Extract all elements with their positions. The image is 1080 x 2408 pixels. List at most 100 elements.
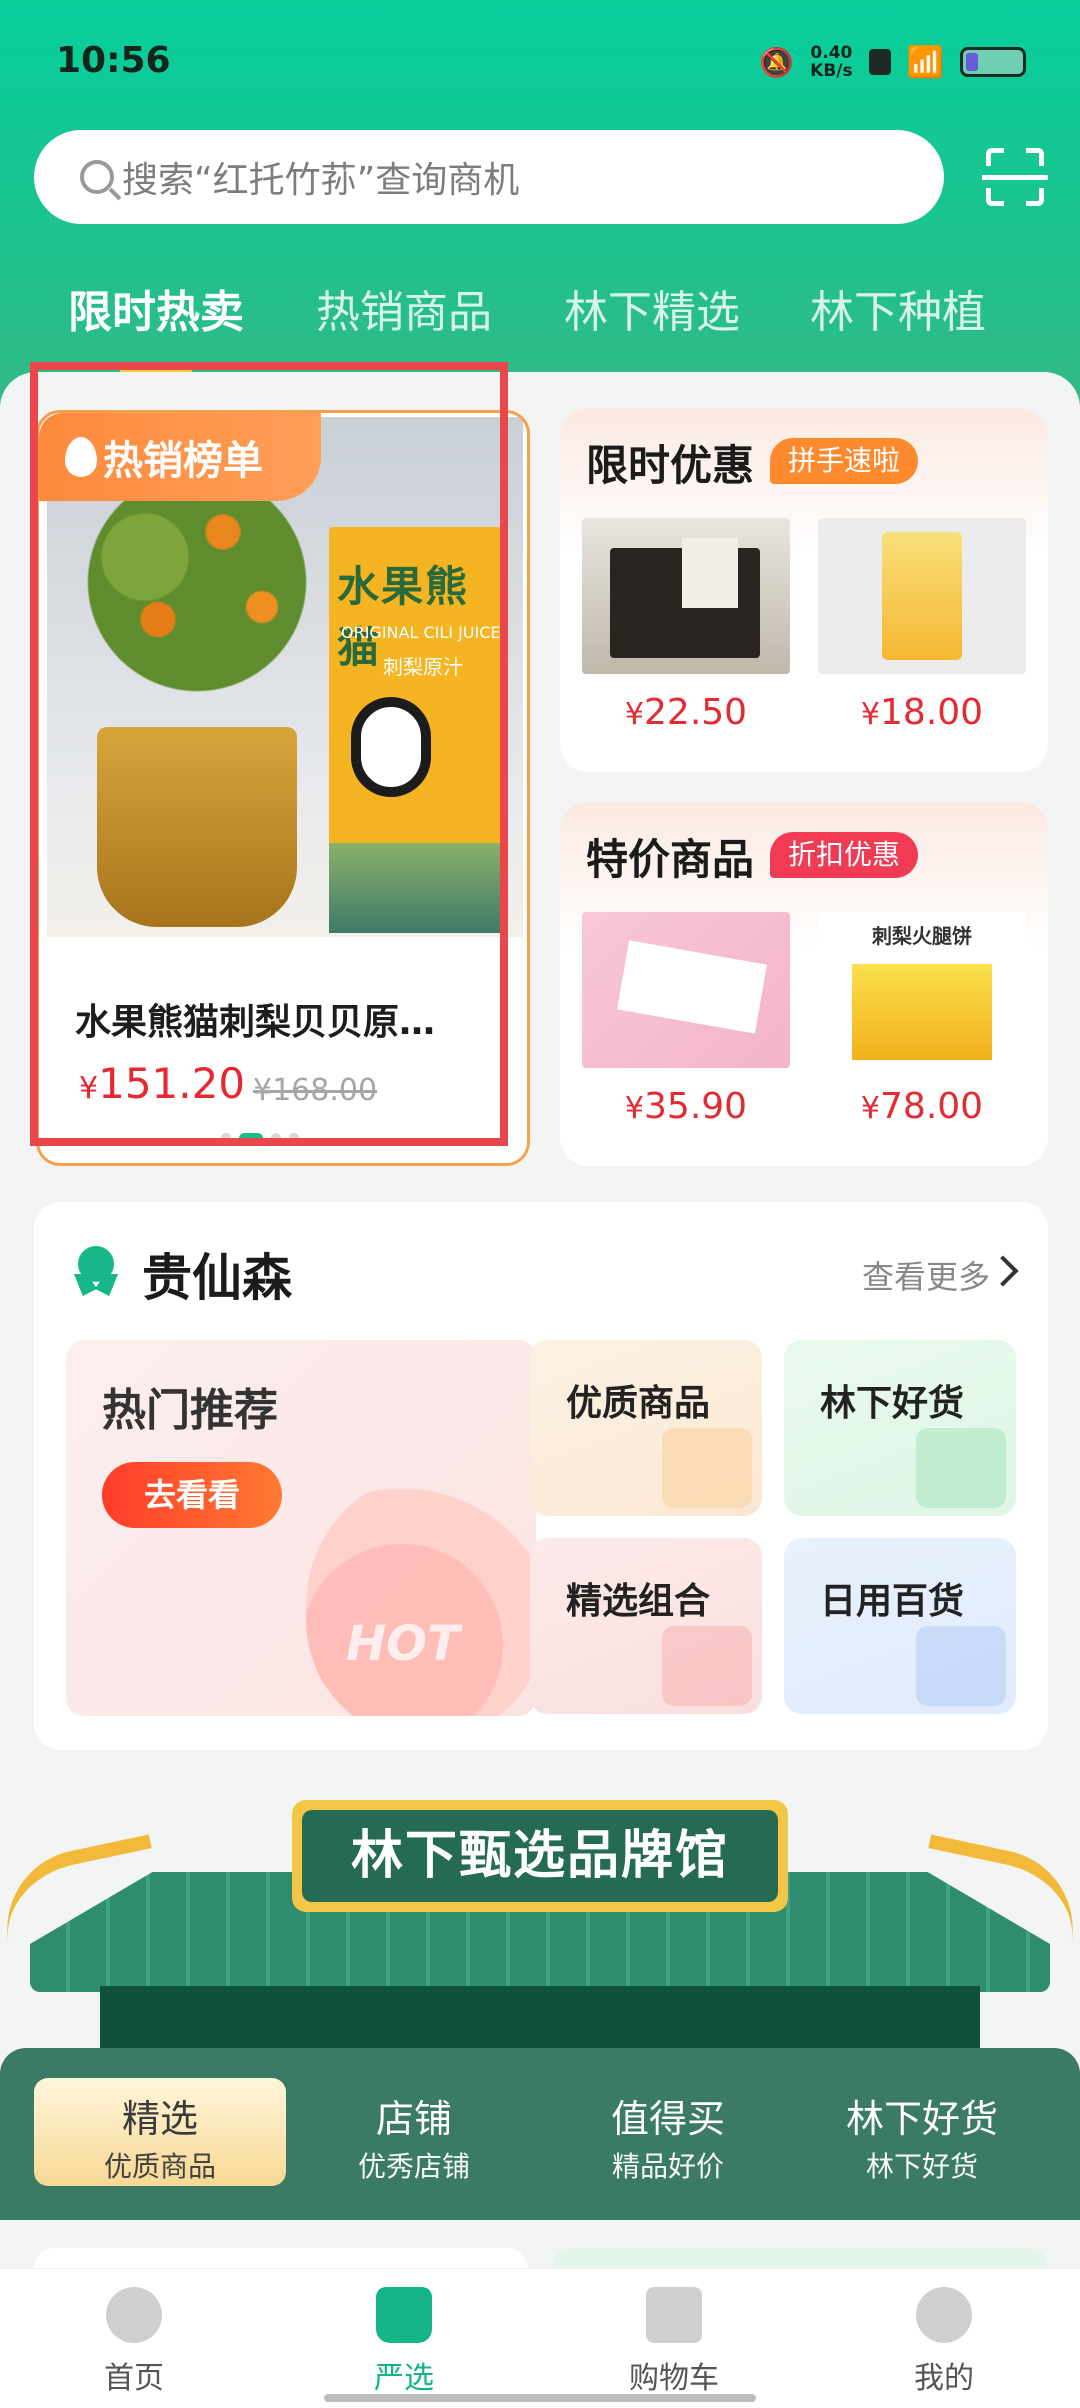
wifi-icon: 📶 <box>906 44 944 80</box>
box-subtitle-cn: 刺梨原汁 <box>383 655 463 679</box>
go-see-button[interactable]: 去看看 <box>102 1462 282 1528</box>
hall-tab-title: 精选 <box>121 2097 198 2141</box>
carousel-dot <box>271 1133 281 1143</box>
bottom-navigation: 首页 严选 购物车 我的 <box>0 2268 1080 2408</box>
box-icon <box>916 1428 1006 1508</box>
hall-tab-subtitle: 林下好货 <box>865 2150 978 2183</box>
nav-cart[interactable]: 购物车 <box>604 2287 744 2397</box>
sim-off-icon <box>868 49 891 75</box>
hall-tab-title: 林下好货 <box>845 2097 998 2141</box>
forest-goods-card[interactable]: 林下好货 <box>784 1340 1016 1516</box>
tab-hot-products[interactable]: 热销商品 <box>316 276 492 340</box>
hall-tab-title: 店铺 <box>375 2097 452 2141</box>
hall-wall <box>100 1986 980 2050</box>
status-bar: 10:56 🔕 0.40 KB/s 📶 <box>0 0 1080 120</box>
hills-graphic <box>329 843 507 933</box>
box-subtitle: ORIGINAL CILI JUICE <box>341 623 501 642</box>
nav-home-label: 首页 <box>104 2361 164 2396</box>
panda-graphic <box>351 697 431 797</box>
selected-bundle-label: 精选组合 <box>566 1581 711 1622</box>
shopping-bag-icon <box>376 2287 432 2343</box>
carousel-dot <box>221 1133 231 1143</box>
hot-product-original-price: ¥168.00 <box>253 1073 378 1108</box>
status-icons: 🔕 0.40 KB/s 📶 <box>759 44 1026 80</box>
nav-home[interactable]: 首页 <box>64 2287 204 2397</box>
limited-offer-tag: 拼手速啦 <box>770 438 919 484</box>
hot-list-ribbon: 热销榜单 <box>39 413 321 501</box>
hot-list-card[interactable]: 水果熊猫 ORIGINAL CILI JUICE 刺梨原汁 热销榜单 水果熊猫刺… <box>36 410 530 1166</box>
flame-icon <box>65 437 97 477</box>
shopping-bag-icon <box>662 1428 752 1508</box>
nav-selection[interactable]: 严选 <box>334 2287 474 2397</box>
section-title: 贵仙森 <box>142 1249 292 1307</box>
carousel-indicator <box>221 1133 299 1143</box>
award-badge-icon <box>70 1246 120 1296</box>
brand-hall-title: 林下甄选品牌馆 <box>302 1810 778 1902</box>
limited-product-price-2: ¥18.00 <box>860 692 984 733</box>
tab-limited-hot-sale[interactable]: 限时热卖 <box>68 276 244 374</box>
hot-list-ribbon-label: 热销榜单 <box>103 438 263 484</box>
hot-fire-label: HOT <box>346 1616 460 1672</box>
hot-fire-icon: HOT <box>306 1476 536 1716</box>
category-tabs: 限时热卖 热销商品 林下精选 林下种植 <box>0 276 1080 374</box>
hall-tab-worth-buying[interactable]: 值得买 精品好价 <box>542 2078 794 2186</box>
home-logo-icon <box>106 2287 162 2343</box>
scan-icon[interactable] <box>982 148 1048 206</box>
quality-products-card[interactable]: 优质商品 <box>530 1340 762 1516</box>
forest-goods-label: 林下好货 <box>820 1383 965 1424</box>
limited-offer-card[interactable]: 限时优惠 拼手速啦 ¥22.50 ¥18.00 <box>560 408 1048 772</box>
hall-tab-shops[interactable]: 店铺 优秀店铺 <box>288 2078 540 2186</box>
status-time: 10:56 <box>56 40 171 81</box>
special-offer-card[interactable]: 特价商品 折扣优惠 刺梨火腿饼 ¥35.90 ¥78.00 <box>560 802 1048 1166</box>
selected-bundle-card[interactable]: 精选组合 <box>530 1538 762 1714</box>
carousel-dot <box>289 1133 299 1143</box>
limited-product-image-1[interactable] <box>582 518 790 674</box>
special-product-price-1-value: 35.90 <box>644 1086 748 1127</box>
hall-tab-title: 值得买 <box>610 2097 725 2141</box>
hot-product-price-value: 151.20 <box>98 1059 246 1108</box>
quality-products-label: 优质商品 <box>566 1383 711 1424</box>
hot-recommend-card[interactable]: 热门推荐 去看看 HOT <box>66 1340 536 1716</box>
guixiansen-section: 贵仙森 查看更多 热门推荐 去看看 HOT 优质商品 林下好货 精选组合 日用百… <box>34 1202 1048 1750</box>
limited-product-price-2-value: 18.00 <box>880 692 984 733</box>
hot-product-price: ¥151.20 <box>79 1059 245 1108</box>
special-product-price-1: ¥35.90 <box>624 1086 748 1127</box>
search-icon <box>80 160 114 194</box>
battery-icon <box>960 47 1026 77</box>
flower-pot-graphic <box>97 727 297 927</box>
nav-mine-label: 我的 <box>914 2361 974 2396</box>
network-speed-unit: KB/s <box>810 61 853 81</box>
special-product-price-2: ¥78.00 <box>860 1086 984 1127</box>
user-icon <box>916 2287 972 2343</box>
gesture-home-bar[interactable] <box>324 2394 756 2402</box>
limited-product-image-2[interactable] <box>818 518 1026 674</box>
network-speed-value: 0.40 <box>810 43 853 63</box>
juice-box-graphic: 水果熊猫 ORIGINAL CILI JUICE 刺梨原汁 <box>329 527 507 933</box>
currency-symbol: ¥ <box>79 1071 99 1106</box>
brand-hall-roof: 林下甄选品牌馆 <box>0 1800 1080 2050</box>
mute-icon: 🔕 <box>759 45 795 79</box>
cart-icon <box>646 2287 702 2343</box>
tab-forest-planting[interactable]: 林下种植 <box>810 276 986 340</box>
limited-product-price-1: ¥22.50 <box>624 692 748 733</box>
carousel-dot-active <box>239 1133 263 1143</box>
search-bar[interactable]: 搜索“红托竹荪”查询商机 <box>34 130 944 224</box>
tab-forest-selection[interactable]: 林下精选 <box>564 276 740 340</box>
hall-tab-selected[interactable]: 精选 优质商品 <box>34 2078 286 2186</box>
special-product-image-1[interactable] <box>582 912 790 1068</box>
nav-mine[interactable]: 我的 <box>874 2287 1014 2397</box>
daily-goods-label: 日用百货 <box>820 1581 965 1622</box>
brand-hall-plaque: 林下甄选品牌馆 <box>292 1800 788 1912</box>
hall-tab-subtitle: 精品好价 <box>611 2150 724 2183</box>
hall-tab-subtitle: 优秀店铺 <box>357 2150 470 2183</box>
limited-product-price-1-value: 22.50 <box>644 692 748 733</box>
special-product-image-2[interactable]: 刺梨火腿饼 <box>818 912 1026 1068</box>
daily-goods-card[interactable]: 日用百货 <box>784 1538 1016 1714</box>
view-more-link[interactable]: 查看更多 <box>862 1252 990 1298</box>
chevron-right-icon[interactable] <box>987 1255 1019 1287</box>
special-product-price-2-value: 78.00 <box>880 1086 984 1127</box>
special-offer-title: 特价商品 <box>586 835 755 884</box>
hall-tab-forest-goods[interactable]: 林下好货 林下好货 <box>796 2078 1048 2186</box>
brand-hall-tabs: 精选 优质商品 店铺 优秀店铺 值得买 精品好价 林下好货 林下好货 <box>0 2048 1080 2220</box>
nav-selection-label: 严选 <box>374 2361 434 2396</box>
